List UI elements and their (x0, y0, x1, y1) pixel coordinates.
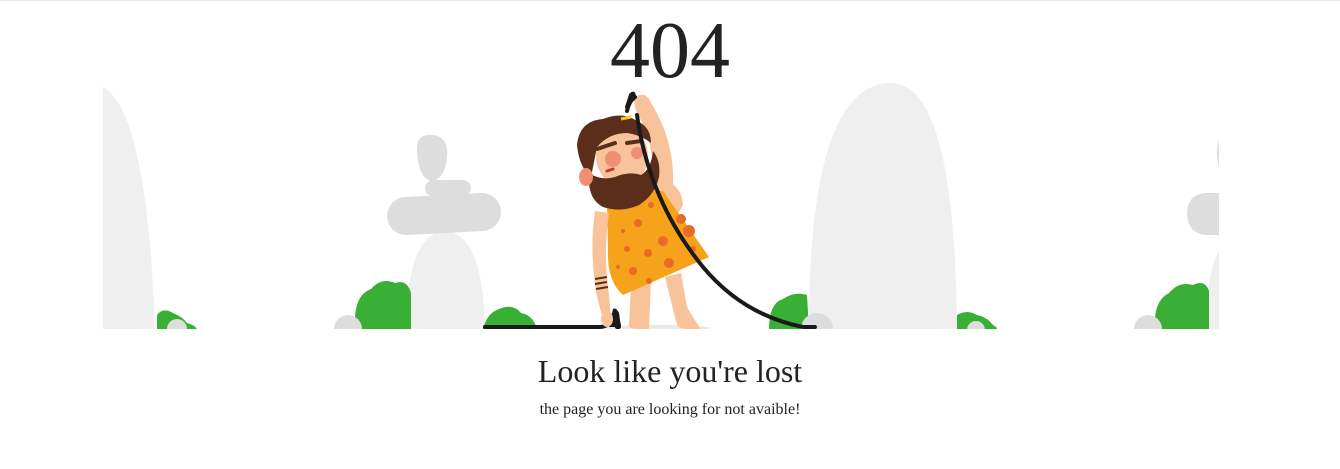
bush-shape (1154, 283, 1209, 329)
caveman-nose (631, 147, 643, 159)
stone-stack-base (406, 231, 485, 329)
bush-shape (354, 281, 411, 329)
lost-heading: Look like you're lost (537, 353, 803, 389)
error-code: 404 (610, 7, 730, 95)
caveman-ear (579, 168, 593, 186)
far-right-stone (1187, 193, 1219, 235)
stone-stack-top (416, 134, 448, 181)
error-illustration (103, 81, 1219, 329)
left-rock-shape (103, 87, 155, 329)
caveman-leg-right (665, 273, 701, 329)
right-rock-shape (809, 82, 957, 329)
stone-stack-slab (387, 193, 501, 235)
caveman-cheek (605, 151, 621, 167)
far-right-stone-top (1217, 139, 1219, 167)
not-found-page: 404 Look like you're lost the page you a… (0, 1, 1340, 469)
caveman-hand-left (601, 311, 613, 327)
stone-stack-small (425, 180, 471, 196)
cable-tip (620, 115, 632, 121)
caveman-pulling-cable-icon (103, 82, 1219, 329)
lost-message: the page you are looking for not avaible… (539, 401, 801, 418)
caveman-mouth (605, 167, 615, 173)
